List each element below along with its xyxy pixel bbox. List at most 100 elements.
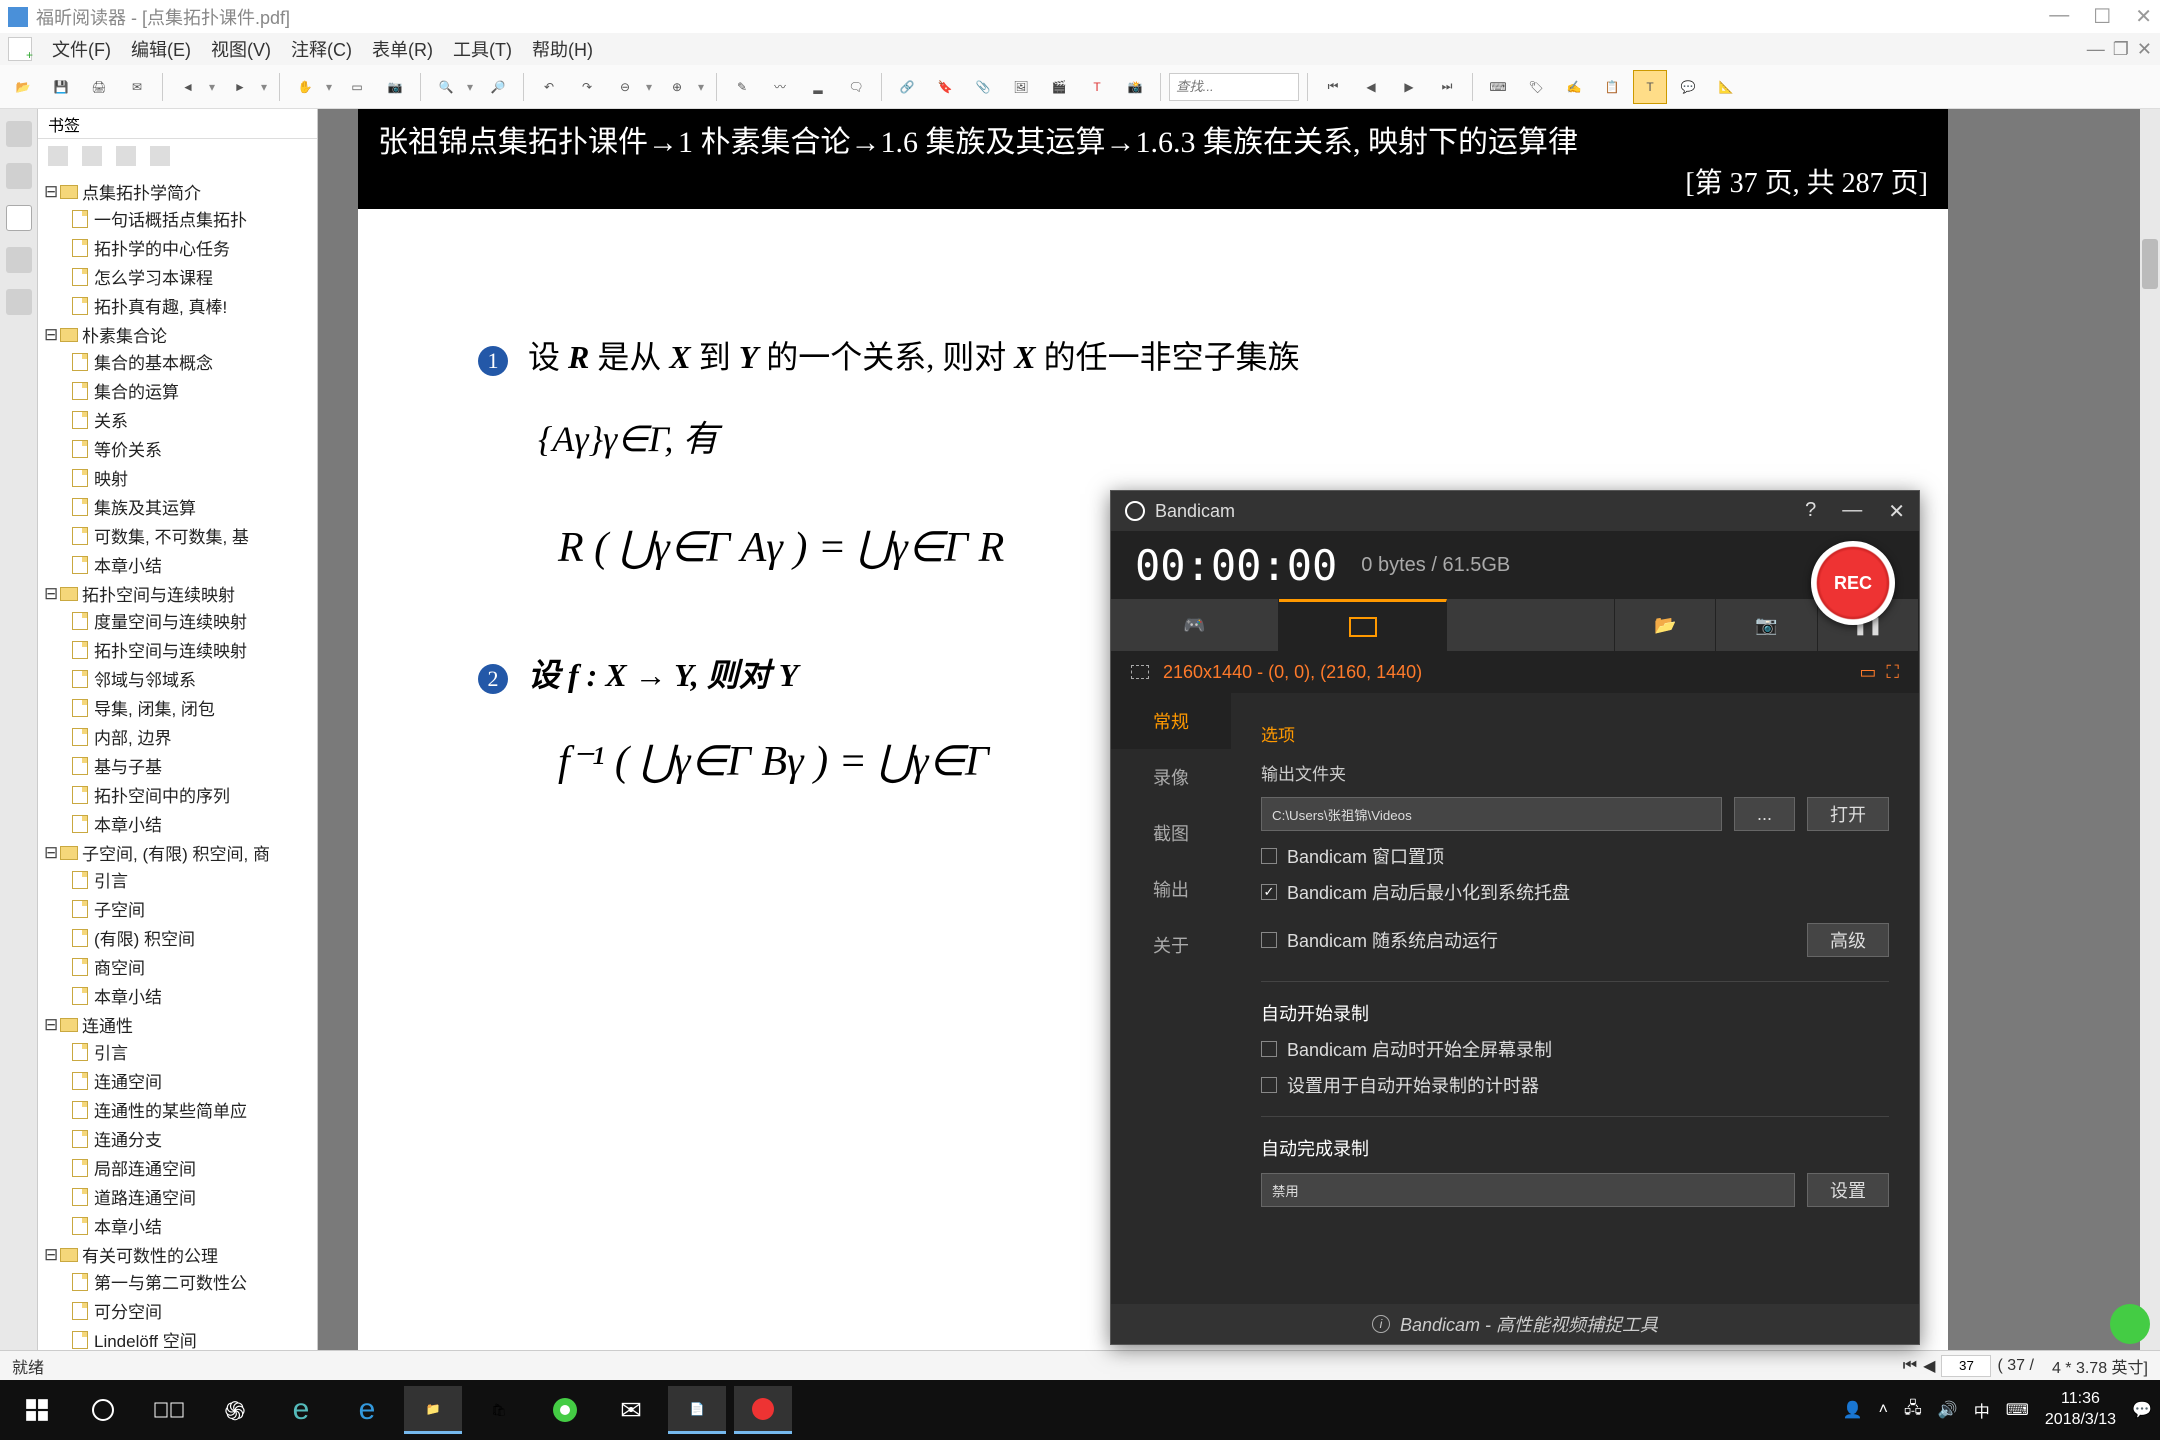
first-page-icon[interactable]: ⏮ <box>1316 70 1350 104</box>
bookmark-group[interactable]: ⊟有关可数性的公理 <box>44 1242 311 1267</box>
browse-button[interactable]: ... <box>1734 797 1795 831</box>
record-button[interactable]: REC <box>1811 541 1895 625</box>
mdi-close[interactable]: ✕ <box>2137 39 2152 60</box>
measure-icon[interactable]: 📐 <box>1709 70 1743 104</box>
image-icon[interactable]: 🖼 <box>1004 70 1038 104</box>
vertical-scrollbar[interactable] <box>2140 109 2160 1350</box>
target-win-icon[interactable]: ▭ <box>1859 662 1876 683</box>
pages-icon[interactable] <box>6 163 32 189</box>
highlight-icon[interactable]: ✎ <box>725 70 759 104</box>
target-full-icon[interactable]: ⛶ <box>1886 662 1899 683</box>
bm-expand-icon[interactable] <box>116 146 136 166</box>
bookmark-item[interactable]: 内部, 边界 <box>72 722 311 751</box>
advanced-button[interactable]: 高级 <box>1807 923 1889 957</box>
mode-folder[interactable]: 📂 <box>1615 599 1716 651</box>
bm-collapse-icon[interactable] <box>150 146 170 166</box>
bookmark-item[interactable]: 可数集, 不可数集, 基 <box>72 521 311 550</box>
stamp-icon[interactable]: 🏷 <box>1519 70 1553 104</box>
bookmark-item[interactable]: 连通性的某些简单应 <box>72 1095 311 1124</box>
bookmark-item[interactable]: 本章小结 <box>72 809 311 838</box>
strike-icon[interactable]: 〰 <box>763 70 797 104</box>
attach-icon[interactable]: 📎 <box>966 70 1000 104</box>
callout-icon[interactable]: 💬 <box>1671 70 1705 104</box>
mode-device[interactable] <box>1447 599 1615 651</box>
bookmark-item[interactable]: 基与子基 <box>72 751 311 780</box>
bookmark-item[interactable]: 引言 <box>72 1037 311 1066</box>
note-icon[interactable]: 🗨 <box>839 70 873 104</box>
bandicam-titlebar[interactable]: Bandicam ? ― ✕ <box>1111 491 1919 531</box>
auto-end-settings-button[interactable]: 设置 <box>1807 1173 1889 1207</box>
tab-image[interactable]: 截图 <box>1111 805 1231 861</box>
bookmark-item[interactable]: 本章小结 <box>72 981 311 1010</box>
last-page-icon[interactable]: ⏭ <box>1430 70 1464 104</box>
zoom-fit-icon[interactable]: 🔎 <box>481 70 515 104</box>
chk-autostart-sys[interactable]: Bandicam 随系统启动运行 <box>1261 927 1795 953</box>
app-1[interactable]: ֍ <box>206 1386 264 1434</box>
zoom-in-icon[interactable]: ⊕ <box>660 70 694 104</box>
zoom-out-icon[interactable]: ⊖ <box>608 70 642 104</box>
attachments-icon[interactable] <box>6 289 32 315</box>
bookmark-item[interactable]: 等价关系 <box>72 434 311 463</box>
rotate-left-icon[interactable]: ↶ <box>532 70 566 104</box>
video-icon[interactable]: 🎬 <box>1042 70 1076 104</box>
bookmark-item[interactable]: 拓扑学的中心任务 <box>72 233 311 262</box>
bookmarks-icon[interactable] <box>6 205 32 231</box>
mode-camera[interactable]: 📷 <box>1716 599 1817 651</box>
tray-vol-icon[interactable]: 🔊 <box>1938 1400 1958 1420</box>
tray-keyboard-icon[interactable]: ⌨ <box>2006 1400 2029 1420</box>
open-icon[interactable]: 📂 <box>6 70 40 104</box>
bookmark-item[interactable]: 子空间 <box>72 894 311 923</box>
hand-icon[interactable]: ✋ <box>288 70 322 104</box>
bookmark-add-icon[interactable]: 🔖 <box>928 70 962 104</box>
open-folder-button[interactable]: 打开 <box>1807 797 1889 831</box>
bookmark-item[interactable]: 映射 <box>72 463 311 492</box>
bookmark-item[interactable]: 商空间 <box>72 952 311 981</box>
bookmark-item[interactable]: 拓扑空间中的序列 <box>72 780 311 809</box>
chk-timer-start[interactable]: 设置用于自动开始录制的计时器 <box>1261 1072 1889 1098</box>
minimize-button[interactable]: ― <box>2049 4 2069 29</box>
bookmark-item[interactable]: 引言 <box>72 865 311 894</box>
typewriter-icon[interactable]: ⌨ <box>1481 70 1515 104</box>
tray-notif-icon[interactable]: 💬 <box>2132 1400 2152 1420</box>
bookmark-group[interactable]: ⊟点集拓扑学简介 <box>44 179 311 204</box>
bookmark-item[interactable]: 集合的运算 <box>72 376 311 405</box>
tray-ime[interactable]: 中 <box>1974 1398 1990 1422</box>
mode-game[interactable]: 🎮 <box>1111 599 1279 651</box>
menu-tool[interactable]: 工具(T) <box>453 36 512 62</box>
tray-clock[interactable]: 11:36 2018/3/13 <box>2045 1389 2116 1431</box>
bookmark-item[interactable]: 局部连通空间 <box>72 1153 311 1182</box>
clipboard-icon[interactable] <box>6 121 32 147</box>
explorer-icon[interactable]: 📁 <box>404 1386 462 1434</box>
menu-file[interactable]: 文件(F) <box>52 36 111 62</box>
bookmark-item[interactable]: (有限) 积空间 <box>72 923 311 952</box>
store-icon[interactable]: 🛍 <box>470 1386 528 1434</box>
chk-topmost[interactable]: Bandicam 窗口置顶 <box>1261 843 1889 869</box>
chk-traymin[interactable]: Bandicam 启动后最小化到系统托盘 <box>1261 879 1889 905</box>
bookmark-group[interactable]: ⊟朴素集合论 <box>44 322 311 347</box>
target-rect-icon[interactable] <box>1131 665 1149 679</box>
start-button[interactable] <box>8 1386 66 1434</box>
cortana-icon[interactable] <box>74 1386 132 1434</box>
bookmark-item[interactable]: 导集, 闭集, 闭包 <box>72 693 311 722</box>
bookmark-item[interactable]: 集族及其运算 <box>72 492 311 521</box>
menu-comment[interactable]: 注释(C) <box>291 36 352 62</box>
tab-general[interactable]: 常规 <box>1111 693 1231 749</box>
select-icon[interactable]: ▭ <box>340 70 374 104</box>
sign-icon[interactable]: ✍ <box>1557 70 1591 104</box>
rotate-right-icon[interactable]: ↷ <box>570 70 604 104</box>
bandicam-taskbar-icon[interactable] <box>734 1386 792 1434</box>
bookmark-group[interactable]: ⊟连通性 <box>44 1012 311 1037</box>
menu-edit[interactable]: 编辑(E) <box>131 36 191 62</box>
page-input[interactable] <box>1941 1355 1991 1377</box>
output-path-input[interactable] <box>1261 797 1722 831</box>
scrollbar-thumb[interactable] <box>2142 239 2158 289</box>
bookmark-item[interactable]: 第一与第二可数性公 <box>72 1267 311 1296</box>
auto-end-input[interactable] <box>1261 1173 1795 1207</box>
tray-net-icon[interactable]: 🖧 <box>1904 1397 1922 1424</box>
bookmark-item[interactable]: 可分空间 <box>72 1296 311 1325</box>
snapshot-icon[interactable]: 📷 <box>378 70 412 104</box>
print-icon[interactable]: 🖨 <box>82 70 116 104</box>
mail-icon[interactable]: ✉ <box>120 70 154 104</box>
mail-icon[interactable]: ✉ <box>602 1386 660 1434</box>
search-input[interactable] <box>1169 73 1299 101</box>
